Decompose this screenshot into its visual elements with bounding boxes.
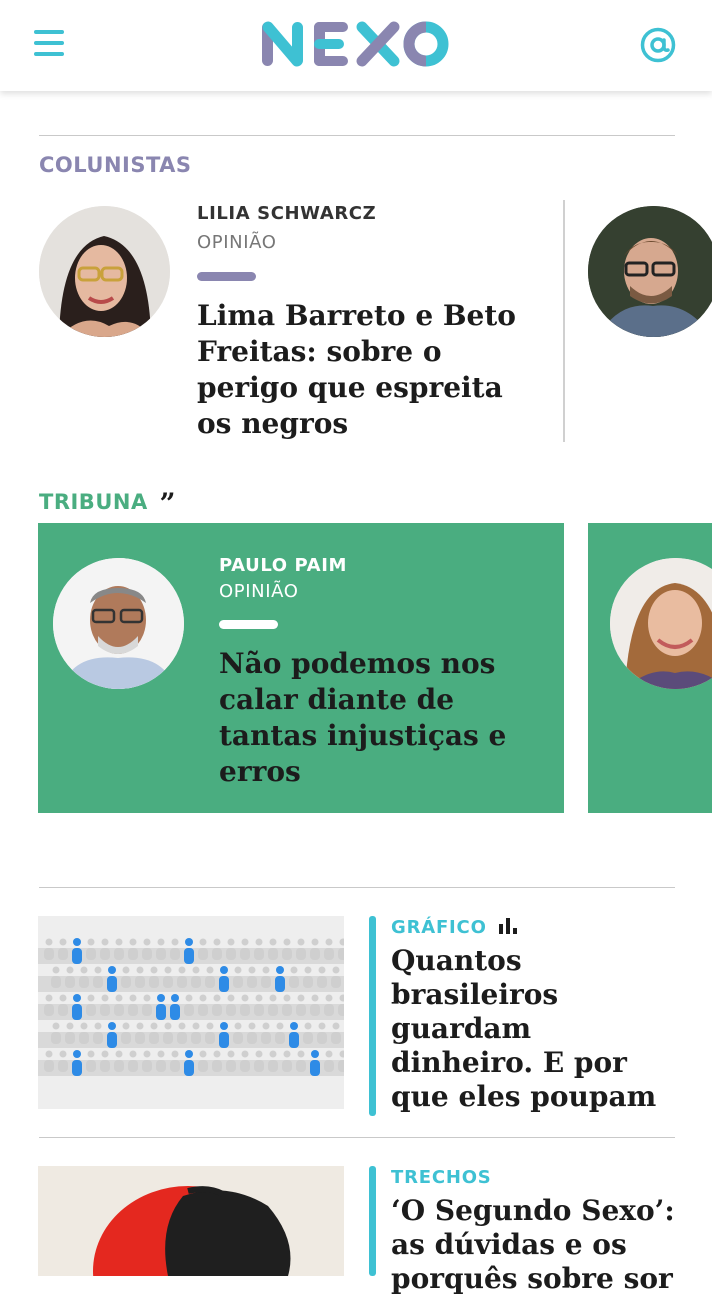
nexo-logo[interactable]	[258, 14, 454, 74]
next-columnist-avatar[interactable]	[588, 206, 712, 337]
tribuna-headline[interactable]: Não podemos nos calar diante de tantas i…	[219, 646, 549, 790]
columnist-name: LILIA SCHWARCZ	[197, 203, 377, 224]
story-title[interactable]: Quantos brasileiros guardam dinheiro. E …	[391, 944, 691, 1114]
opinion-label: OPINIÃO	[219, 581, 299, 602]
story-tag: TRECHOS	[391, 1167, 492, 1188]
section-label-colunistas: COLUNISTAS	[39, 153, 192, 177]
top-bar	[0, 0, 712, 91]
accent-stripe	[369, 916, 376, 1116]
nexo-logo-mark	[262, 21, 449, 67]
avatar	[39, 206, 170, 337]
section-divider	[39, 887, 675, 888]
story-tag: GRÁFICO	[391, 917, 518, 938]
quote-icon: ”	[159, 487, 177, 520]
bar-chart-icon	[498, 918, 517, 934]
story-image	[38, 916, 344, 1109]
next-tribuna-card[interactable]	[588, 523, 712, 813]
people-illustration	[38, 916, 344, 1109]
columnist-headline[interactable]: Lima Barreto e Beto Freitas: sobre o per…	[197, 298, 547, 442]
accent-stripe	[369, 1166, 376, 1276]
section-divider	[39, 135, 675, 136]
accent-bar	[197, 272, 256, 281]
story-image	[38, 1166, 344, 1276]
story-title[interactable]: ‘O Segundo Sexo’: as dúvidas e os porquê…	[391, 1194, 691, 1296]
at-sign-icon[interactable]	[640, 27, 676, 63]
next-tribuna-avatar	[610, 558, 712, 689]
columnist-name: PAULO PAIM	[219, 555, 348, 576]
card-divider	[563, 200, 565, 442]
hamburger-menu-icon[interactable]	[34, 30, 64, 60]
tribuna-card[interactable]: PAULO PAIM OPINIÃO Não podemos nos calar…	[38, 523, 564, 813]
accent-bar	[219, 620, 278, 629]
opinion-label: OPINIÃO	[197, 232, 277, 253]
section-label-tribuna: TRIBUNA ”	[39, 487, 177, 520]
avatar	[53, 558, 184, 689]
section-divider	[39, 1137, 675, 1138]
